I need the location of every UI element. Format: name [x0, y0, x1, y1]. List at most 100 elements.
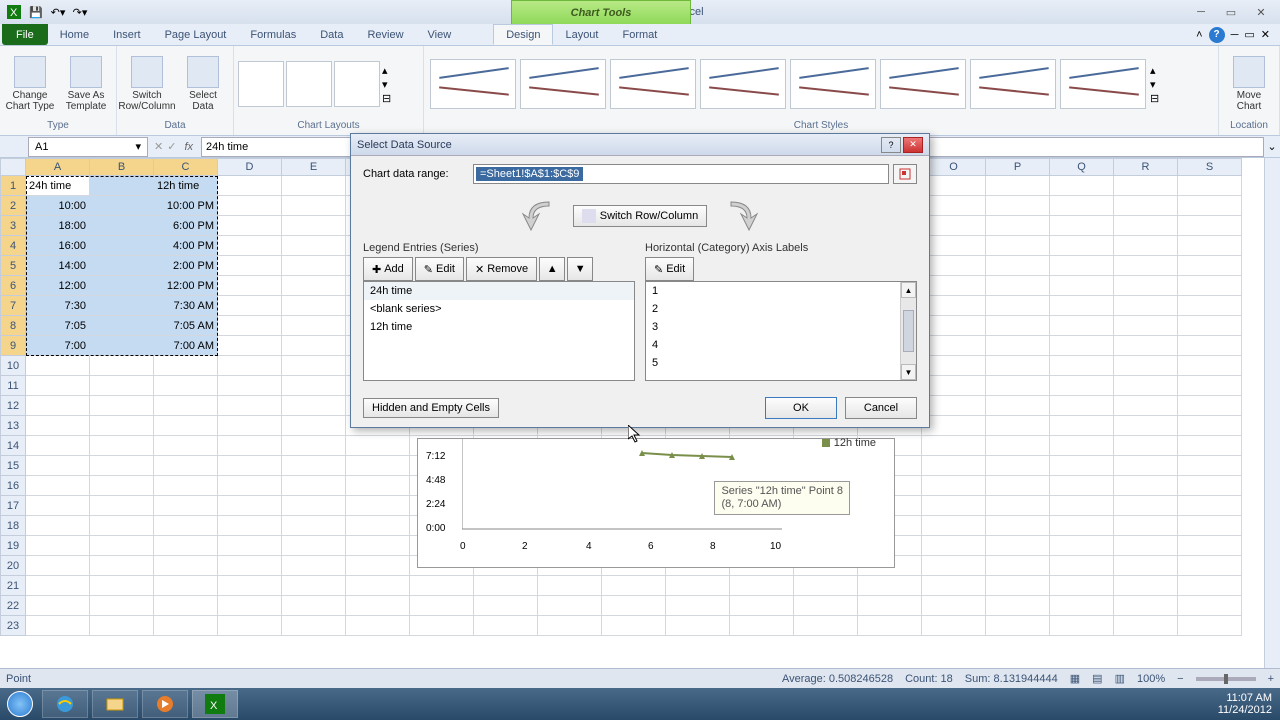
cell[interactable]	[218, 456, 282, 476]
cell[interactable]	[1178, 356, 1242, 376]
styles-up-icon[interactable]: ▴	[1150, 64, 1166, 77]
chart-data-range-input[interactable]: =Sheet1!$A$1:$C$9	[473, 164, 889, 184]
cell[interactable]	[474, 596, 538, 616]
cell[interactable]	[922, 316, 986, 336]
cell[interactable]	[1114, 376, 1178, 396]
cell[interactable]	[90, 416, 154, 436]
cell[interactable]	[282, 456, 346, 476]
cell[interactable]	[90, 456, 154, 476]
minimize-icon[interactable]: ─	[1188, 4, 1214, 20]
view-page-break-icon[interactable]: ▥	[1115, 672, 1125, 685]
row-header[interactable]: 2	[0, 196, 26, 216]
cell[interactable]	[282, 436, 346, 456]
cell[interactable]	[1050, 616, 1114, 636]
cell[interactable]	[730, 576, 794, 596]
row-header[interactable]: 17	[0, 496, 26, 516]
cell[interactable]	[154, 416, 218, 436]
cell[interactable]	[1114, 476, 1178, 496]
cell[interactable]	[1050, 176, 1114, 196]
cell[interactable]	[858, 616, 922, 636]
cell[interactable]	[1050, 456, 1114, 476]
tab-insert[interactable]: Insert	[101, 24, 153, 45]
cell[interactable]	[986, 316, 1050, 336]
cell[interactable]	[922, 436, 986, 456]
cell[interactable]	[986, 476, 1050, 496]
list-item[interactable]: 2	[646, 300, 916, 318]
switch-row-column-button[interactable]: Switch Row/Column	[121, 51, 173, 117]
cell[interactable]	[346, 436, 410, 456]
cell[interactable]	[154, 516, 218, 536]
layouts-more-icon[interactable]: ⊟	[382, 92, 398, 105]
cell[interactable]	[26, 596, 90, 616]
cell[interactable]	[1178, 236, 1242, 256]
row-header[interactable]: 14	[0, 436, 26, 456]
column-header[interactable]: C	[154, 158, 218, 176]
zoom-in-icon[interactable]: +	[1268, 673, 1274, 685]
cell[interactable]	[282, 496, 346, 516]
row-header[interactable]: 21	[0, 576, 26, 596]
cell[interactable]	[218, 376, 282, 396]
row-header[interactable]: 19	[0, 536, 26, 556]
cell[interactable]	[986, 236, 1050, 256]
cell[interactable]	[346, 496, 410, 516]
redo-icon[interactable]: ↷▾	[70, 3, 90, 21]
cell[interactable]	[154, 556, 218, 576]
view-page-layout-icon[interactable]: ▤	[1092, 672, 1102, 685]
cell[interactable]	[922, 236, 986, 256]
cell[interactable]	[1114, 396, 1178, 416]
cell[interactable]	[154, 476, 218, 496]
enter-formula-icon[interactable]: ✓	[167, 140, 176, 153]
cell[interactable]	[1178, 536, 1242, 556]
cell[interactable]	[1050, 296, 1114, 316]
cell[interactable]	[154, 436, 218, 456]
cell[interactable]	[922, 176, 986, 196]
chart-layout-option[interactable]	[286, 61, 332, 107]
chart-style-option[interactable]	[430, 59, 516, 109]
chart-style-option[interactable]	[1060, 59, 1146, 109]
save-as-template-button[interactable]: Save As Template	[60, 51, 112, 117]
cell[interactable]	[218, 556, 282, 576]
cell[interactable]	[26, 516, 90, 536]
cell[interactable]	[922, 576, 986, 596]
cell[interactable]	[538, 616, 602, 636]
cell[interactable]	[1178, 456, 1242, 476]
cell[interactable]	[1178, 576, 1242, 596]
cell[interactable]	[154, 396, 218, 416]
row-header[interactable]: 12	[0, 396, 26, 416]
cell[interactable]	[1178, 336, 1242, 356]
cell[interactable]	[922, 456, 986, 476]
cell[interactable]	[986, 456, 1050, 476]
cell[interactable]	[1050, 496, 1114, 516]
styles-down-icon[interactable]: ▾	[1150, 78, 1166, 91]
tab-data[interactable]: Data	[308, 24, 355, 45]
cell[interactable]	[346, 576, 410, 596]
cell[interactable]	[1050, 476, 1114, 496]
cell[interactable]	[1050, 436, 1114, 456]
cell[interactable]	[346, 456, 410, 476]
cell[interactable]	[218, 316, 282, 336]
cell[interactable]	[986, 416, 1050, 436]
chart-layout-option[interactable]	[334, 61, 380, 107]
cell[interactable]	[90, 356, 154, 376]
list-item[interactable]: 5	[646, 354, 916, 372]
cell[interactable]	[1178, 256, 1242, 276]
cell[interactable]	[538, 576, 602, 596]
cell[interactable]	[1114, 456, 1178, 476]
cell[interactable]	[1114, 216, 1178, 236]
cell[interactable]	[90, 376, 154, 396]
cell[interactable]	[218, 536, 282, 556]
cell[interactable]	[1050, 376, 1114, 396]
cell[interactable]	[1050, 276, 1114, 296]
cell[interactable]	[282, 536, 346, 556]
tab-home[interactable]: Home	[48, 24, 101, 45]
column-header[interactable]: P	[986, 158, 1050, 176]
cell[interactable]	[986, 296, 1050, 316]
column-header[interactable]: R	[1114, 158, 1178, 176]
minimize-ribbon-icon[interactable]: ˄	[1196, 29, 1202, 41]
cell[interactable]	[1114, 256, 1178, 276]
cell[interactable]	[26, 376, 90, 396]
cell[interactable]	[730, 596, 794, 616]
cell[interactable]	[90, 316, 154, 336]
cell[interactable]	[1178, 316, 1242, 336]
edit-axis-labels-button[interactable]: ✎Edit	[645, 257, 694, 281]
